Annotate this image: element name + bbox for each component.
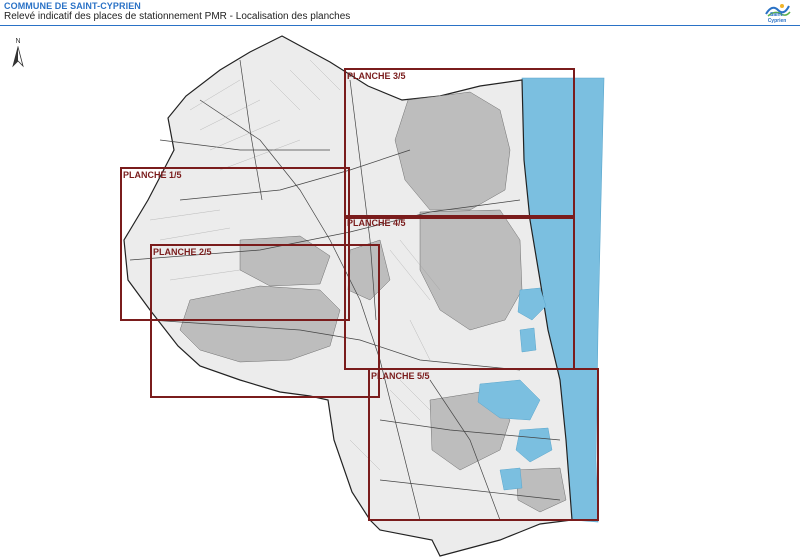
planche-frame-3[interactable]: PLANCHE 3/5 (344, 68, 575, 219)
planche-label-4: PLANCHE 4/5 (347, 218, 406, 228)
planche-frame-4[interactable]: PLANCHE 4/5 (344, 215, 575, 370)
planche-frame-5[interactable]: PLANCHE 5/5 (368, 368, 599, 521)
planche-label-5: PLANCHE 5/5 (371, 371, 430, 381)
planche-label-3: PLANCHE 3/5 (347, 71, 406, 81)
planche-label-2: PLANCHE 2/5 (153, 247, 212, 257)
planche-label-1: PLANCHE 1/5 (123, 170, 182, 180)
